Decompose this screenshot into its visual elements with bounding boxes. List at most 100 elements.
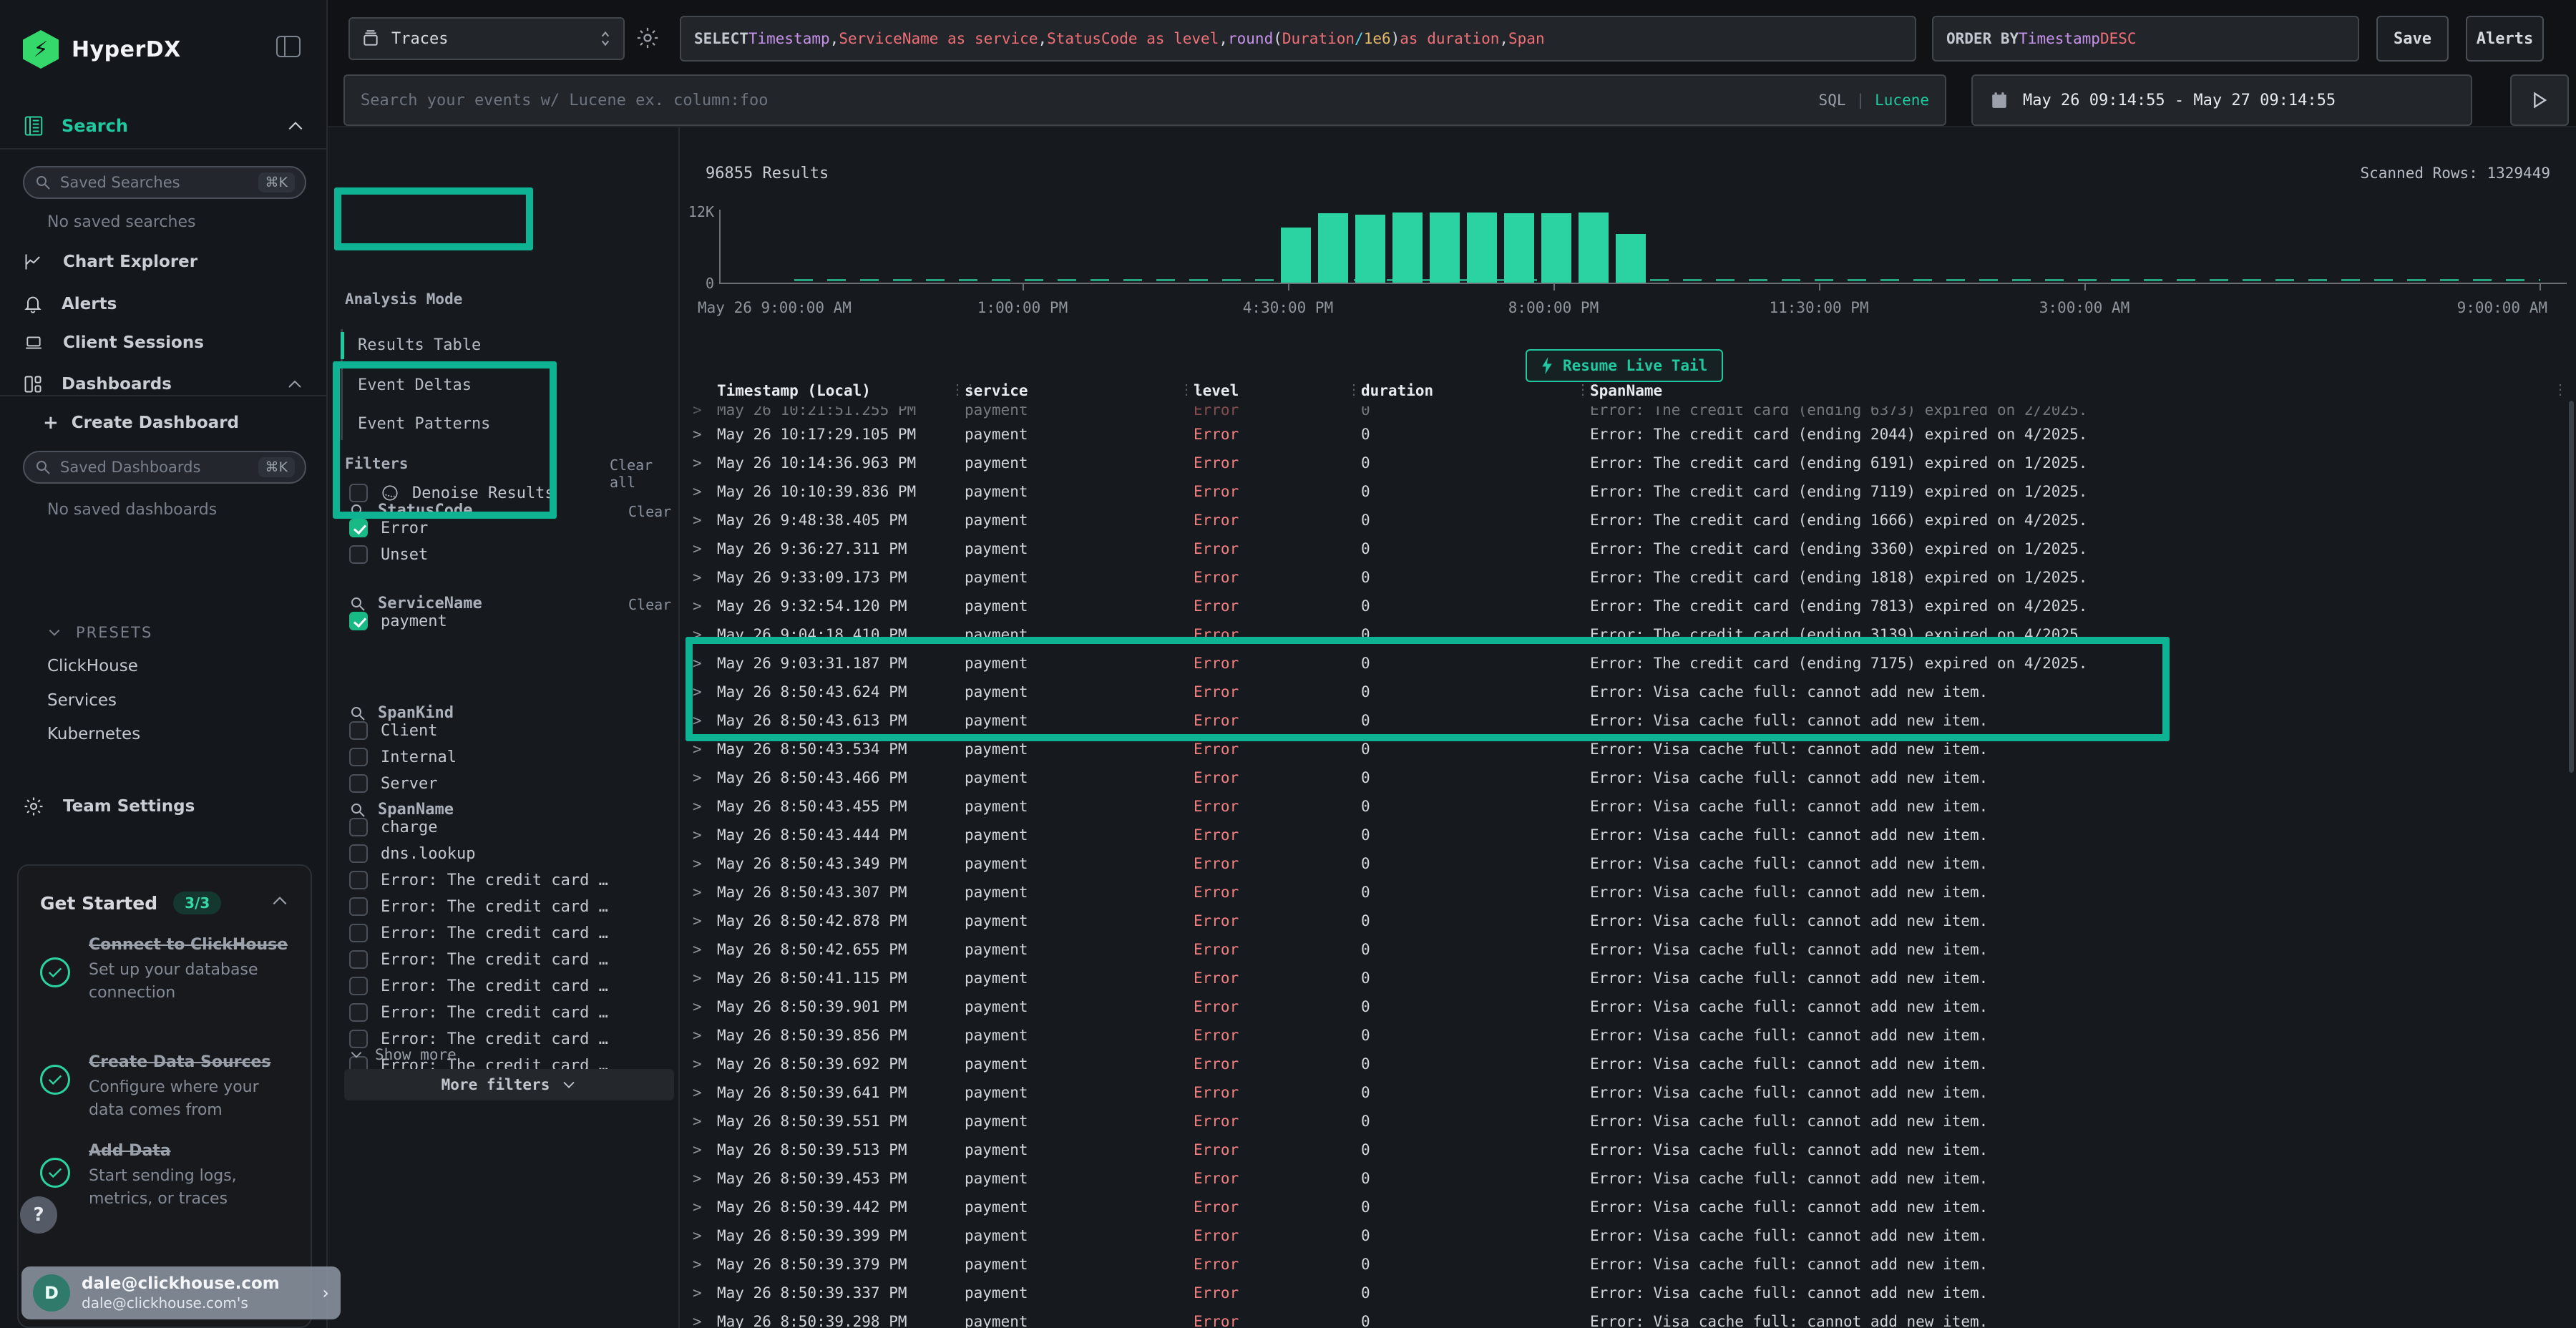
- filter-option-client[interactable]: Client: [349, 721, 437, 740]
- table-row[interactable]: >May 26 8:50:39.901 PMpaymentError0Error…: [680, 993, 2576, 1022]
- row-expander-icon[interactable]: >: [693, 1198, 702, 1216]
- sidebar-item-dashboards[interactable]: Dashboards: [23, 374, 172, 394]
- checkbox-unchecked[interactable]: [349, 774, 368, 793]
- save-button[interactable]: Save: [2376, 16, 2449, 62]
- table-row[interactable]: >May 26 8:50:39.379 PMpaymentError0Error…: [680, 1251, 2576, 1279]
- table-row[interactable]: >May 26 8:50:39.453 PMpaymentError0Error…: [680, 1165, 2576, 1193]
- table-row[interactable]: >May 26 9:48:38.405 PMpaymentError0Error…: [680, 507, 2576, 535]
- table-row[interactable]: >May 26 8:50:39.856 PMpaymentError0Error…: [680, 1022, 2576, 1050]
- row-expander-icon[interactable]: >: [693, 941, 702, 958]
- col-level[interactable]: level: [1194, 382, 1239, 399]
- checkbox-unchecked[interactable]: [349, 818, 368, 836]
- filter-option-error-the-credit-card-[interactable]: Error: The credit card …: [349, 1003, 608, 1022]
- row-expander-icon[interactable]: >: [693, 1055, 702, 1073]
- checkbox-unchecked[interactable]: [349, 545, 368, 564]
- row-expander-icon[interactable]: >: [693, 884, 702, 901]
- filter-group-spankind[interactable]: SpanKind: [349, 704, 454, 722]
- table-row[interactable]: >May 26 8:50:42.878 PMpaymentError0Error…: [680, 907, 2576, 936]
- row-expander-icon[interactable]: >: [693, 998, 702, 1015]
- filter-group-spanname[interactable]: SpanName: [349, 801, 454, 819]
- row-expander-icon[interactable]: >: [693, 597, 702, 615]
- row-expander-icon[interactable]: >: [693, 426, 702, 443]
- sidebar-item-team-settings[interactable]: Team Settings: [23, 796, 195, 817]
- analysis-mode-event-patterns[interactable]: Event Patterns: [358, 415, 490, 433]
- filter-option-error[interactable]: Error: [349, 519, 428, 537]
- table-row[interactable]: >May 26 8:50:39.399 PMpaymentError0Error…: [680, 1222, 2576, 1251]
- histogram-bar[interactable]: [1616, 234, 1646, 283]
- table-row[interactable]: >May 26 8:50:43.466 PMpaymentError0Error…: [680, 764, 2576, 793]
- search-input[interactable]: Search your events w/ Lucene ex. column:…: [343, 74, 1946, 126]
- table-row[interactable]: >May 26 8:50:43.455 PMpaymentError0Error…: [680, 793, 2576, 821]
- more-filters-button[interactable]: More filters: [344, 1069, 674, 1100]
- table-row[interactable]: >May 26 8:50:39.641 PMpaymentError0Error…: [680, 1079, 2576, 1108]
- histogram-bar[interactable]: [1318, 213, 1348, 283]
- checkbox-checked[interactable]: [349, 612, 368, 630]
- row-expander-icon[interactable]: >: [693, 1141, 702, 1158]
- table-row[interactable]: >May 26 10:17:29.105 PMpaymentError0Erro…: [680, 421, 2576, 449]
- histogram-bar[interactable]: [1392, 213, 1423, 283]
- filter-group-statuscode[interactable]: StatusCode: [349, 502, 472, 519]
- table-row[interactable]: >May 26 8:50:41.115 PMpaymentError0Error…: [680, 965, 2576, 993]
- chevron-up-icon[interactable]: [270, 894, 289, 907]
- sidebar-collapse-icon[interactable]: [276, 36, 301, 57]
- row-expander-icon[interactable]: >: [693, 540, 702, 557]
- table-row-partial[interactable]: >May 26 10:21:51.255 PMpaymentError0Erro…: [680, 406, 2576, 421]
- row-expander-icon[interactable]: >: [693, 406, 702, 419]
- get-started-step-title[interactable]: Create Data Sources: [89, 1050, 296, 1075]
- checkbox-unchecked[interactable]: [349, 748, 368, 766]
- row-expander-icon[interactable]: >: [693, 683, 702, 700]
- row-expander-icon[interactable]: >: [693, 912, 702, 929]
- filter-option-error-the-credit-card-[interactable]: Error: The credit card …: [349, 871, 608, 889]
- row-expander-icon[interactable]: >: [693, 1256, 702, 1273]
- filter-option-server[interactable]: Server: [349, 774, 437, 793]
- col-timestamp[interactable]: Timestamp (Local): [717, 382, 871, 399]
- table-row[interactable]: >May 26 8:50:42.655 PMpaymentError0Error…: [680, 936, 2576, 965]
- analysis-mode-results-table[interactable]: Results Table: [358, 336, 481, 354]
- row-expander-icon[interactable]: >: [693, 655, 702, 672]
- get-started-step-title[interactable]: Connect to ClickHouse: [89, 933, 296, 957]
- table-row[interactable]: >May 26 8:50:43.613 PMpaymentError0Error…: [680, 707, 2576, 736]
- saved-searches-input[interactable]: Saved Searches ⌘K: [23, 166, 306, 199]
- scrollbar-thumb[interactable]: [2569, 401, 2574, 773]
- create-dashboard-button[interactable]: + Create Dashboard: [43, 412, 239, 434]
- filter-option-internal[interactable]: Internal: [349, 748, 457, 766]
- filter-option-error-the-credit-card-[interactable]: Error: The credit card …: [349, 950, 608, 969]
- table-row[interactable]: >May 26 10:14:36.963 PMpaymentError0Erro…: [680, 449, 2576, 478]
- filter-group-servicename[interactable]: ServiceName: [349, 595, 482, 612]
- resume-live-tail-button[interactable]: Resume Live Tail: [1526, 349, 1723, 382]
- row-expander-icon[interactable]: >: [693, 798, 702, 815]
- chevron-up-icon[interactable]: [286, 119, 305, 133]
- table-row[interactable]: >May 26 9:03:31.187 PMpaymentError0Error…: [680, 650, 2576, 678]
- filter-option-payment[interactable]: payment: [349, 612, 447, 630]
- table-row[interactable]: >May 26 8:50:43.307 PMpaymentError0Error…: [680, 879, 2576, 907]
- table-row[interactable]: >May 26 8:50:39.442 PMpaymentError0Error…: [680, 1193, 2576, 1222]
- app-logo[interactable]: ⚡ HyperDX: [23, 30, 181, 69]
- sql-select-input[interactable]: SELECT Timestamp, ServiceName as service…: [680, 16, 1916, 62]
- histogram-bar[interactable]: [1355, 215, 1385, 283]
- source-settings-button[interactable]: [635, 26, 660, 50]
- histogram-bar[interactable]: [1541, 213, 1571, 283]
- table-row[interactable]: >May 26 8:50:43.444 PMpaymentError0Error…: [680, 821, 2576, 850]
- row-expander-icon[interactable]: >: [693, 855, 702, 872]
- histogram-bar[interactable]: [1281, 228, 1311, 283]
- user-menu[interactable]: D dale@clickhouse.com dale@clickhouse.co…: [21, 1266, 341, 1319]
- table-row[interactable]: >May 26 8:50:39.513 PMpaymentError0Error…: [680, 1136, 2576, 1165]
- filter-option-dns-lookup[interactable]: dns.lookup: [349, 844, 475, 863]
- alerts-button[interactable]: Alerts: [2466, 16, 2544, 62]
- checkbox-unchecked[interactable]: [349, 977, 368, 995]
- table-row[interactable]: >May 26 9:32:54.120 PMpaymentError0Error…: [680, 592, 2576, 621]
- table-options-icon[interactable]: ⋮: [2553, 381, 2566, 398]
- histogram-bar[interactable]: [1504, 213, 1534, 283]
- row-expander-icon[interactable]: >: [693, 826, 702, 844]
- preset-item-clickhouse[interactable]: ClickHouse: [47, 657, 138, 675]
- clear-all-button[interactable]: Clear all: [610, 456, 678, 491]
- checkbox-unchecked[interactable]: [349, 950, 368, 969]
- row-expander-icon[interactable]: >: [693, 483, 702, 500]
- checkbox-unchecked[interactable]: [349, 844, 368, 863]
- sidebar-item-alerts[interactable]: Alerts: [23, 293, 117, 315]
- filter-option-unset[interactable]: Unset: [349, 545, 428, 564]
- run-search-button[interactable]: [2510, 74, 2569, 126]
- chevron-up-icon[interactable]: [286, 379, 303, 390]
- histogram-bar[interactable]: [1579, 213, 1609, 283]
- row-expander-icon[interactable]: >: [693, 1313, 702, 1328]
